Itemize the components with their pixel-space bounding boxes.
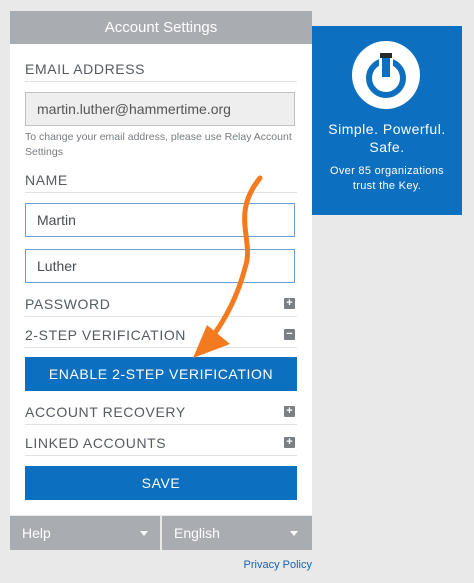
account-recovery-label: ACCOUNT RECOVERY (25, 404, 186, 420)
language-select-label: English (174, 525, 220, 541)
promo-tagline-line1: Simple. Powerful. (328, 121, 446, 137)
help-select[interactable]: Help (10, 516, 160, 550)
panel-title: Account Settings (10, 11, 312, 44)
promo-panel: Simple. Powerful. Safe. Over 85 organiza… (312, 26, 462, 215)
promo-subtext: Over 85 organizations trust the Key. (312, 164, 462, 194)
linked-accounts-label: LINKED ACCOUNTS (25, 435, 167, 451)
chevron-down-icon (290, 531, 298, 536)
linked-accounts-row[interactable]: LINKED ACCOUNTS + (25, 433, 297, 456)
two-step-row[interactable]: 2-STEP VERIFICATION − (25, 325, 297, 348)
collapse-icon[interactable]: − (284, 329, 295, 340)
language-select[interactable]: English (162, 516, 312, 550)
expand-icon[interactable]: + (284, 406, 295, 417)
promo-tagline: Simple. Powerful. Safe. (312, 120, 462, 156)
two-step-label: 2-STEP VERIFICATION (25, 327, 187, 343)
save-button[interactable]: SAVE (25, 466, 297, 500)
chevron-down-icon (140, 531, 148, 536)
account-settings-panel: Account Settings EMAIL ADDRESS martin.lu… (10, 11, 312, 550)
first-name-field[interactable]: Martin (25, 203, 295, 237)
expand-icon[interactable]: + (284, 298, 295, 309)
enable-2sv-button[interactable]: ENABLE 2-STEP VERIFICATION (25, 357, 297, 391)
password-row[interactable]: PASSWORD + (25, 294, 297, 317)
account-recovery-row[interactable]: ACCOUNT RECOVERY + (25, 402, 297, 425)
name-section-label: NAME (25, 172, 297, 193)
promo-tagline-line2: Safe. (369, 139, 405, 155)
privacy-policy-link[interactable]: Privacy Policy (244, 559, 312, 571)
promo-subtext-line2: trust the Key. (352, 180, 422, 192)
power-key-icon (352, 41, 420, 109)
promo-subtext-line1: Over 85 organizations (330, 165, 444, 177)
last-name-field[interactable]: Luther (25, 249, 295, 283)
password-label: PASSWORD (25, 296, 111, 312)
email-section-label: EMAIL ADDRESS (25, 61, 297, 82)
email-field[interactable]: martin.luther@hammertime.org (25, 92, 295, 126)
expand-icon[interactable]: + (284, 437, 295, 448)
help-select-label: Help (22, 525, 51, 541)
email-help-text: To change your email address, please use… (25, 131, 292, 158)
